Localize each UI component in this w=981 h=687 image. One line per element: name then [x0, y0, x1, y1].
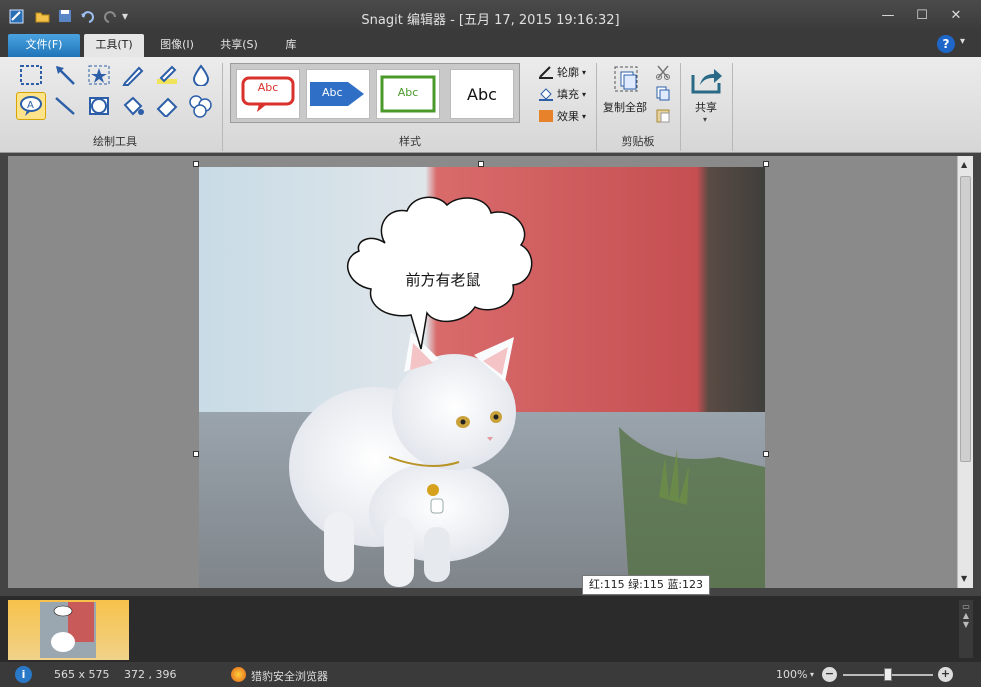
zoom-dropdown-chevron-icon[interactable]: ▾	[810, 670, 814, 679]
snagit-editor-window: ▾ Snagit 编辑器 - [五月 17, 2015 19:16:32] — …	[0, 0, 981, 687]
copy-icon[interactable]	[655, 85, 671, 104]
highlighter-tool-icon[interactable]	[152, 61, 182, 89]
fill-button[interactable]: 填充 ▾	[538, 86, 586, 102]
stamp-tool-icon[interactable]	[84, 61, 114, 89]
copy-all-icon[interactable]	[612, 65, 642, 93]
browser-app-label[interactable]: 猎豹安全浏览器	[251, 668, 328, 684]
shape-tool-icon[interactable]	[84, 92, 114, 120]
capture-tray	[0, 596, 981, 662]
vertical-scrollbar[interactable]: ▲ ▼	[957, 156, 973, 588]
callout-tool-icon[interactable]: A	[16, 92, 46, 120]
tray-scrollbar[interactable]: ▭ ▲ ▼	[959, 600, 973, 658]
zoom-in-icon[interactable]: +	[938, 667, 953, 682]
tab-file[interactable]: 文件(F)	[8, 34, 80, 57]
draw-tools-group-label: 绘制工具	[93, 135, 137, 148]
outline-label: 轮廓	[557, 66, 579, 79]
ribbon-divider	[680, 63, 681, 151]
arrow-tool-icon[interactable]	[50, 61, 80, 89]
color-readout-tooltip: 红:115 绿:115 蓝:123	[582, 575, 710, 595]
cat-photo-image[interactable]: 前方有老鼠	[199, 167, 765, 588]
scrollbar-thumb[interactable]	[960, 176, 971, 462]
browser-app-icon[interactable]	[231, 667, 246, 682]
capture-thumbnail[interactable]	[8, 600, 129, 660]
line-tool-icon[interactable]	[50, 92, 80, 120]
style-green-box-label: Abc	[397, 86, 419, 99]
zoom-level[interactable]: 100%	[776, 668, 807, 681]
step-tool-icon[interactable]	[186, 92, 216, 120]
close-button[interactable]: ✕	[944, 6, 968, 26]
ribbon-divider	[222, 63, 223, 151]
share-icon[interactable]	[690, 65, 724, 95]
eraser-tool-icon[interactable]	[152, 92, 182, 120]
style-gallery: Abc Abc Abc Abc	[230, 63, 520, 123]
ribbon-tabs: 文件(F) 工具(T) 图像(I) 共享(S) 库	[0, 32, 981, 57]
help-dropdown-chevron-icon[interactable]: ▾	[960, 36, 965, 47]
tray-scroll-up-icon[interactable]: ▲	[959, 611, 973, 620]
resize-handle[interactable]	[193, 161, 199, 167]
style-red-callout-label: Abc	[257, 81, 279, 94]
tab-share[interactable]: 共享(S)	[210, 34, 268, 57]
style-green-box[interactable]: Abc	[376, 69, 440, 119]
pen-tool-icon[interactable]	[118, 61, 148, 89]
clipboard-group-label: 剪贴板	[621, 135, 655, 148]
style-plain-text[interactable]: Abc	[450, 69, 514, 119]
cursor-position-readout: 372 , 396	[124, 668, 177, 681]
fill-tool-icon[interactable]	[118, 92, 148, 120]
effects-button[interactable]: 效果 ▾	[538, 108, 586, 124]
scroll-up-arrow-icon[interactable]: ▲	[961, 160, 967, 169]
paste-icon[interactable]	[655, 107, 671, 126]
tray-scroll-top-icon[interactable]: ▭	[959, 602, 973, 611]
resize-handle[interactable]	[193, 451, 199, 457]
ribbon: A 绘制工具 Abc Abc Abc Abc 样式 轮廓 ▾ 填充 ▾ 效果 ▾…	[0, 57, 981, 153]
window-title: Snagit 编辑器 - [五月 17, 2015 19:16:32]	[361, 13, 620, 28]
resize-handle[interactable]	[478, 161, 484, 167]
maximize-button[interactable]: ☐	[910, 6, 934, 26]
styles-group-label: 样式	[399, 135, 421, 148]
ribbon-divider	[596, 63, 597, 151]
blur-tool-icon[interactable]	[186, 61, 216, 89]
zoom-slider-handle[interactable]	[884, 668, 892, 681]
style-red-callout[interactable]: Abc	[236, 69, 300, 119]
style-plain-text-label: Abc	[467, 84, 497, 104]
tab-library[interactable]: 库	[272, 34, 310, 57]
tab-tools[interactable]: 工具(T)	[84, 34, 144, 57]
title-bar: ▾ Snagit 编辑器 - [五月 17, 2015 19:16:32] — …	[0, 0, 981, 32]
image-size-readout: 565 x 575	[54, 668, 110, 681]
status-bar: i 565 x 575 372 , 396 猎豹安全浏览器 100% ▾ − +	[0, 662, 981, 687]
callout-text[interactable]: 前方有老鼠	[405, 271, 480, 289]
effects-label: 效果	[557, 110, 579, 123]
resize-handle[interactable]	[763, 451, 769, 457]
tab-image[interactable]: 图像(I)	[148, 34, 206, 57]
share-dropdown-chevron-icon[interactable]: ▾	[703, 115, 707, 124]
fill-label: 填充	[557, 88, 579, 101]
ribbon-divider	[732, 63, 733, 151]
copy-all-button[interactable]: 复制全部	[603, 99, 647, 115]
tray-scroll-down-icon[interactable]: ▼	[959, 620, 973, 629]
minimize-button[interactable]: —	[876, 6, 900, 26]
cut-icon[interactable]	[655, 64, 671, 83]
svg-text:A: A	[27, 100, 34, 111]
style-blue-arrow[interactable]: Abc	[306, 69, 370, 119]
zoom-out-icon[interactable]: −	[822, 667, 837, 682]
info-icon[interactable]: i	[15, 666, 32, 683]
scroll-down-arrow-icon[interactable]: ▼	[961, 574, 967, 583]
resize-handle[interactable]	[763, 161, 769, 167]
selection-tool-icon[interactable]	[16, 61, 46, 89]
help-icon[interactable]: ?	[937, 35, 955, 53]
style-blue-arrow-label: Abc	[322, 86, 343, 99]
share-button[interactable]: 共享	[695, 99, 717, 115]
outline-button[interactable]: 轮廓 ▾	[538, 64, 586, 80]
